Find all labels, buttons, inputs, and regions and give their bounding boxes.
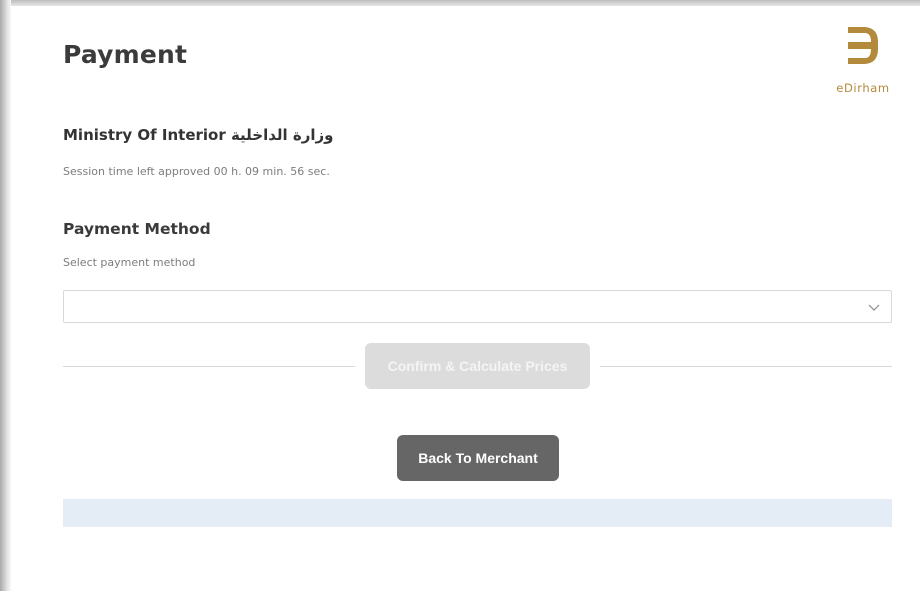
payment-method-select[interactable] (63, 290, 892, 323)
merchant-name: Ministry Of Interior وزارة الداخلية (63, 126, 334, 144)
confirm-calculate-prices-button[interactable]: Confirm & Calculate Prices (365, 343, 590, 389)
window-top-edge (0, 0, 920, 6)
divider-left (63, 366, 355, 367)
chevron-down-icon (868, 304, 880, 311)
window-left-edge (0, 0, 11, 591)
info-bar (63, 499, 892, 527)
divider-right (600, 366, 892, 367)
back-to-merchant-button[interactable]: Back To Merchant (397, 435, 559, 481)
payment-method-title: Payment Method (63, 220, 211, 238)
edirham-logo-icon (848, 27, 878, 64)
edirham-logo: eDirham (832, 27, 894, 97)
session-timer: Session time left approved 00 h. 09 min.… (63, 165, 330, 178)
logo-text: eDirham (836, 81, 890, 95)
page-title: Payment (63, 40, 188, 69)
payment-method-hint: Select payment method (63, 256, 196, 269)
